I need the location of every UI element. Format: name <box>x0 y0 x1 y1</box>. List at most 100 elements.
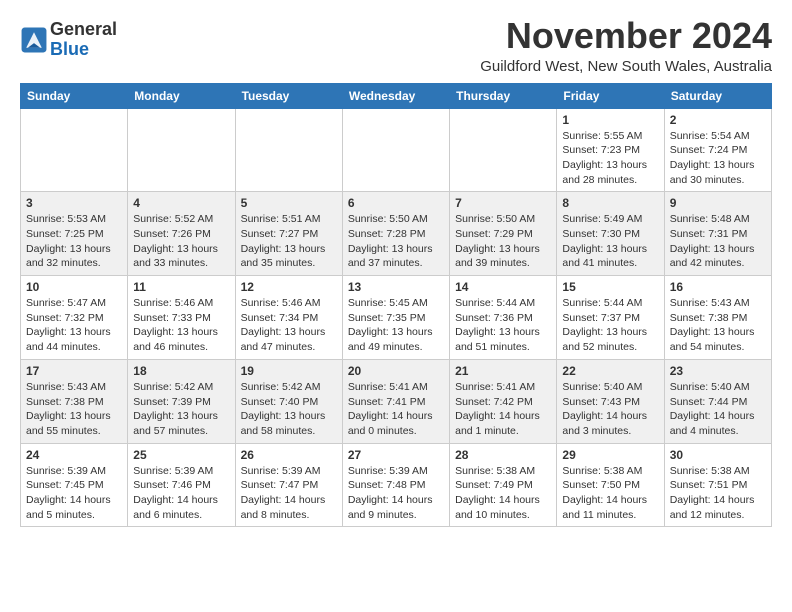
calendar-cell: 9Sunrise: 5:48 AM Sunset: 7:31 PM Daylig… <box>664 192 771 276</box>
calendar-header-row: SundayMondayTuesdayWednesdayThursdayFrid… <box>21 83 772 108</box>
day-info: Sunrise: 5:52 AM Sunset: 7:26 PM Dayligh… <box>133 212 229 271</box>
calendar-cell: 12 Sunrise: 5:46 AM Sunset: 7:34 PM Dayli… <box>235 276 342 360</box>
day-info: Sunrise: 5:38 AM Sunset: 7:50 PM Dayligh… <box>562 464 658 523</box>
calendar-cell: 14Sunrise: 5:44 AM Sunset: 7:36 PM Dayli… <box>450 276 557 360</box>
calendar-cell <box>235 108 342 192</box>
calendar-cell: 27 Sunrise: 5:39 AM Sunset: 7:48 PM Dayli… <box>342 443 449 527</box>
day-info: Sunrise: 5:50 AM Sunset: 7:29 PM Dayligh… <box>455 212 551 271</box>
day-number: 16 <box>670 280 766 294</box>
calendar-cell: 22Sunrise: 5:40 AM Sunset: 7:43 PM Dayli… <box>557 359 664 443</box>
calendar-week-row: 3Sunrise: 5:53 AM Sunset: 7:25 PM Daylig… <box>21 192 772 276</box>
day-number: 8 <box>562 196 658 210</box>
calendar-cell: 1 Sunrise: 5:55 AM Sunset: 7:23 PM Daylig… <box>557 108 664 192</box>
month-title: November 2024 <box>480 16 772 56</box>
calendar-week-row: 17 Sunrise: 5:43 AM Sunset: 7:38 PM Dayli… <box>21 359 772 443</box>
day-number: 11 <box>133 280 229 294</box>
day-number: 2 <box>670 113 766 127</box>
day-info: Sunrise: 5:39 AM Sunset: 7:46 PM Dayligh… <box>133 464 229 523</box>
day-info: Sunrise: 5:39 AM Sunset: 7:47 PM Dayligh… <box>241 464 337 523</box>
title-block: November 2024 Guildford West, New South … <box>480 16 772 75</box>
day-number: 26 <box>241 448 337 462</box>
day-number: 19 <box>241 364 337 378</box>
calendar-cell: 19 Sunrise: 5:42 AM Sunset: 7:40 PM Dayli… <box>235 359 342 443</box>
calendar-weekday-friday: Friday <box>557 83 664 108</box>
day-number: 18 <box>133 364 229 378</box>
calendar-cell: 18 Sunrise: 5:42 AM Sunset: 7:39 PM Dayli… <box>128 359 235 443</box>
calendar-weekday-monday: Monday <box>128 83 235 108</box>
calendar-cell: 2 Sunrise: 5:54 AM Sunset: 7:24 PM Daylig… <box>664 108 771 192</box>
day-info: Sunrise: 5:44 AM Sunset: 7:36 PM Dayligh… <box>455 296 551 355</box>
day-info: Sunrise: 5:47 AM Sunset: 7:32 PM Dayligh… <box>26 296 122 355</box>
day-number: 1 <box>562 113 658 127</box>
day-info: Sunrise: 5:42 AM Sunset: 7:40 PM Dayligh… <box>241 380 337 439</box>
day-number: 22 <box>562 364 658 378</box>
calendar-cell <box>21 108 128 192</box>
calendar-week-row: 1 Sunrise: 5:55 AM Sunset: 7:23 PM Daylig… <box>21 108 772 192</box>
calendar-table: SundayMondayTuesdayWednesdayThursdayFrid… <box>20 83 772 528</box>
day-info: Sunrise: 5:38 AM Sunset: 7:49 PM Dayligh… <box>455 464 551 523</box>
day-number: 17 <box>26 364 122 378</box>
day-number: 25 <box>133 448 229 462</box>
calendar-cell: 29Sunrise: 5:38 AM Sunset: 7:50 PM Dayli… <box>557 443 664 527</box>
calendar-week-row: 10 Sunrise: 5:47 AM Sunset: 7:32 PM Dayli… <box>21 276 772 360</box>
calendar-cell <box>450 108 557 192</box>
day-info: Sunrise: 5:46 AM Sunset: 7:33 PM Dayligh… <box>133 296 229 355</box>
calendar-cell: 30 Sunrise: 5:38 AM Sunset: 7:51 PM Dayli… <box>664 443 771 527</box>
day-info: Sunrise: 5:43 AM Sunset: 7:38 PM Dayligh… <box>26 380 122 439</box>
calendar-cell: 17 Sunrise: 5:43 AM Sunset: 7:38 PM Dayli… <box>21 359 128 443</box>
calendar-cell <box>342 108 449 192</box>
day-info: Sunrise: 5:39 AM Sunset: 7:48 PM Dayligh… <box>348 464 444 523</box>
calendar-week-row: 24Sunrise: 5:39 AM Sunset: 7:45 PM Dayli… <box>21 443 772 527</box>
calendar-cell: 26 Sunrise: 5:39 AM Sunset: 7:47 PM Dayli… <box>235 443 342 527</box>
calendar-cell: 3Sunrise: 5:53 AM Sunset: 7:25 PM Daylig… <box>21 192 128 276</box>
day-info: Sunrise: 5:45 AM Sunset: 7:35 PM Dayligh… <box>348 296 444 355</box>
calendar-cell: 8 Sunrise: 5:49 AM Sunset: 7:30 PM Daylig… <box>557 192 664 276</box>
day-number: 10 <box>26 280 122 294</box>
day-number: 4 <box>133 196 229 210</box>
day-number: 15 <box>562 280 658 294</box>
day-number: 23 <box>670 364 766 378</box>
calendar-cell: 16 Sunrise: 5:43 AM Sunset: 7:38 PM Dayli… <box>664 276 771 360</box>
day-number: 21 <box>455 364 551 378</box>
calendar-cell: 25 Sunrise: 5:39 AM Sunset: 7:46 PM Dayli… <box>128 443 235 527</box>
logo-blue-text: Blue <box>50 39 89 59</box>
page-header: General Blue November 2024 Guildford Wes… <box>20 16 772 75</box>
calendar-cell: 13 Sunrise: 5:45 AM Sunset: 7:35 PM Dayli… <box>342 276 449 360</box>
day-number: 28 <box>455 448 551 462</box>
calendar-weekday-sunday: Sunday <box>21 83 128 108</box>
day-number: 7 <box>455 196 551 210</box>
calendar-cell <box>128 108 235 192</box>
calendar-cell: 5Sunrise: 5:51 AM Sunset: 7:27 PM Daylig… <box>235 192 342 276</box>
calendar-weekday-tuesday: Tuesday <box>235 83 342 108</box>
day-number: 3 <box>26 196 122 210</box>
day-number: 20 <box>348 364 444 378</box>
day-info: Sunrise: 5:49 AM Sunset: 7:30 PM Dayligh… <box>562 212 658 271</box>
day-info: Sunrise: 5:50 AM Sunset: 7:28 PM Dayligh… <box>348 212 444 271</box>
day-info: Sunrise: 5:42 AM Sunset: 7:39 PM Dayligh… <box>133 380 229 439</box>
day-info: Sunrise: 5:44 AM Sunset: 7:37 PM Dayligh… <box>562 296 658 355</box>
calendar-cell: 21Sunrise: 5:41 AM Sunset: 7:42 PM Dayli… <box>450 359 557 443</box>
day-info: Sunrise: 5:46 AM Sunset: 7:34 PM Dayligh… <box>241 296 337 355</box>
calendar-cell: 6 Sunrise: 5:50 AM Sunset: 7:28 PM Daylig… <box>342 192 449 276</box>
day-info: Sunrise: 5:55 AM Sunset: 7:23 PM Dayligh… <box>562 129 658 188</box>
day-number: 13 <box>348 280 444 294</box>
calendar-cell: 11 Sunrise: 5:46 AM Sunset: 7:33 PM Dayli… <box>128 276 235 360</box>
calendar-cell: 7 Sunrise: 5:50 AM Sunset: 7:29 PM Daylig… <box>450 192 557 276</box>
day-number: 30 <box>670 448 766 462</box>
day-number: 6 <box>348 196 444 210</box>
day-number: 24 <box>26 448 122 462</box>
calendar-cell: 23Sunrise: 5:40 AM Sunset: 7:44 PM Dayli… <box>664 359 771 443</box>
day-number: 9 <box>670 196 766 210</box>
calendar-weekday-thursday: Thursday <box>450 83 557 108</box>
day-number: 27 <box>348 448 444 462</box>
logo-icon <box>20 26 48 54</box>
calendar-cell: 24Sunrise: 5:39 AM Sunset: 7:45 PM Dayli… <box>21 443 128 527</box>
day-info: Sunrise: 5:54 AM Sunset: 7:24 PM Dayligh… <box>670 129 766 188</box>
logo: General Blue <box>20 20 117 60</box>
day-number: 12 <box>241 280 337 294</box>
location-title: Guildford West, New South Wales, Austral… <box>480 58 772 75</box>
calendar-weekday-saturday: Saturday <box>664 83 771 108</box>
day-info: Sunrise: 5:38 AM Sunset: 7:51 PM Dayligh… <box>670 464 766 523</box>
day-info: Sunrise: 5:43 AM Sunset: 7:38 PM Dayligh… <box>670 296 766 355</box>
calendar-cell: 28 Sunrise: 5:38 AM Sunset: 7:49 PM Dayli… <box>450 443 557 527</box>
